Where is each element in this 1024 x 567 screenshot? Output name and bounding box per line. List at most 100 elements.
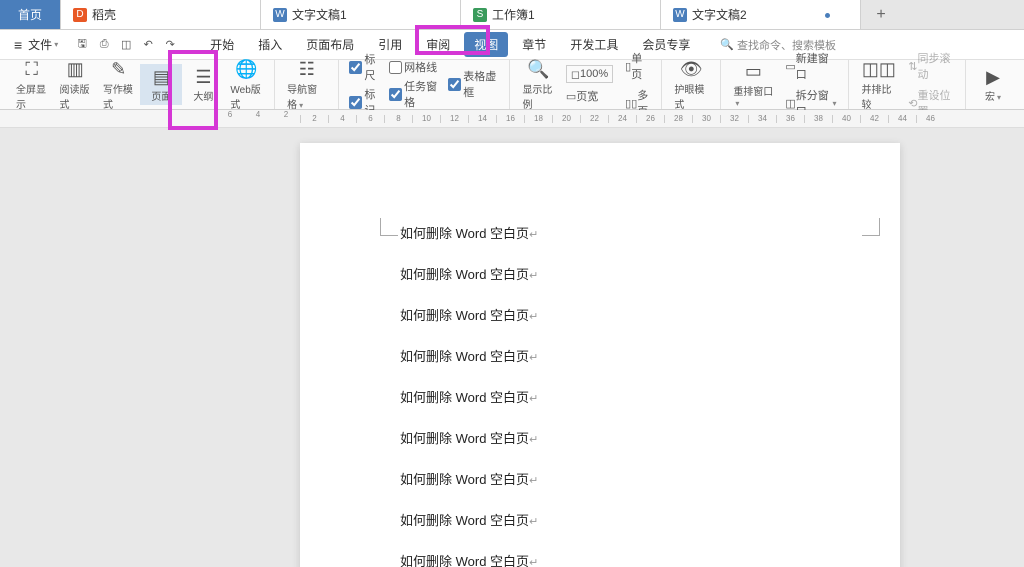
btn-label: 显示比例 xyxy=(522,81,553,111)
nav-pane-button[interactable]: ☷ 导航窗格▾ xyxy=(281,57,332,113)
view-modes-group: ⛶ 全屏显示 ▥ 阅读版式 ✎ 写作模式 ▤ 页面 ☰ 大纲 🌐 Web版式 xyxy=(4,60,275,109)
file-label: 文件 xyxy=(28,36,52,53)
zoom-button[interactable]: 🔍 显示比例 xyxy=(516,57,559,113)
pen-icon: ✎ xyxy=(111,59,126,81)
compare-group: ◫◫ 并排比较 ⇅ 同步滚动 ⟲ 重设位置 xyxy=(849,60,966,109)
outline-button[interactable]: ☰ 大纲 xyxy=(182,64,224,105)
preview-button[interactable]: ◫ xyxy=(116,35,136,55)
paragraph-mark-icon: ↵ xyxy=(529,229,538,241)
btn-label: 导航窗格▾ xyxy=(287,81,326,111)
rearrange-window-button[interactable]: ▭ 重排窗口▾ xyxy=(727,59,779,111)
eye-care-button[interactable]: 👁 护眼模式 xyxy=(668,57,714,113)
tab-label: 文字文稿2 xyxy=(692,6,747,23)
compare-button[interactable]: ◫◫ 并排比较 xyxy=(855,57,902,113)
paragraph-mark-icon: ↵ xyxy=(529,516,538,528)
task-checkbox[interactable]: 任务窗格 xyxy=(385,77,444,111)
btn-label: 阅读版式 xyxy=(59,81,90,111)
zoom-value[interactable]: ◻ 100% xyxy=(560,63,619,85)
ribbon: ⛶ 全屏显示 ▥ 阅读版式 ✎ 写作模式 ▤ 页面 ☰ 大纲 🌐 Web版式 ☷… xyxy=(0,60,1024,110)
fullscreen-button[interactable]: ⛶ 全屏显示 xyxy=(10,57,53,113)
tab-doc2[interactable]: W 文字文稿2 xyxy=(661,0,861,29)
tab-label: 文字文稿1 xyxy=(292,6,347,23)
macro-button[interactable]: ▶ 宏▾ xyxy=(972,64,1014,105)
doc-line[interactable]: 如何删除 Word 空白页↵ xyxy=(400,469,800,488)
margin-corner-tr-icon xyxy=(862,218,880,236)
menu-tab-start[interactable]: 开始 xyxy=(200,32,244,57)
rearrange-icon: ▭ xyxy=(745,61,762,83)
page-width-button[interactable]: ▭ 页宽 xyxy=(560,86,619,106)
btn-label: 大纲 xyxy=(193,88,213,103)
tab-bar: 首页 D 稻壳 W 文字文稿1 S 工作簿1 W 文字文稿2 + xyxy=(0,0,1024,30)
macro-group: ▶ 宏▾ xyxy=(966,60,1020,109)
file-menu[interactable]: ≡ 文件 ▾ xyxy=(6,36,66,53)
doc-line[interactable]: 如何删除 Word 空白页↵ xyxy=(400,551,800,567)
undo-button[interactable]: ↶ xyxy=(138,35,158,55)
fullscreen-icon: ⛶ xyxy=(25,59,38,81)
new-window-button[interactable]: ▭ 新建窗口 xyxy=(779,48,842,84)
search-icon: 🔍 xyxy=(720,38,734,51)
tab-home[interactable]: 首页 xyxy=(0,0,61,29)
redo-button[interactable]: ↷ xyxy=(160,35,180,55)
save-button[interactable]: 🖫 xyxy=(72,35,92,55)
menu-tab-review[interactable]: 审阅 xyxy=(416,32,460,57)
page[interactable]: 如何删除 Word 空白页↵ 如何删除 Word 空白页↵ 如何删除 Word 空白… xyxy=(300,143,900,567)
btn-label: 重排窗口▾ xyxy=(733,83,773,109)
tab-doc1[interactable]: W 文字文稿1 xyxy=(261,0,461,29)
btn-label: 宏▾ xyxy=(985,88,1001,103)
print-button[interactable]: ⎙ xyxy=(94,35,114,55)
menu-tab-insert[interactable]: 插入 xyxy=(248,32,292,57)
show-group: 标尺 标记 网格线 任务窗格 表格虚框 xyxy=(339,60,510,109)
doc-line[interactable]: 如何删除 Word 空白页↵ xyxy=(400,428,800,447)
writing-button[interactable]: ✎ 写作模式 xyxy=(97,57,140,113)
reading-button[interactable]: ▥ 阅读版式 xyxy=(53,57,96,113)
ruler[interactable]: 642 246810121416182022242628303234363840… xyxy=(0,110,1024,128)
magnifier-icon: 🔍 xyxy=(527,59,549,81)
eye-icon: 👁 xyxy=(680,59,703,81)
table-vg-checkbox[interactable]: 表格虚框 xyxy=(444,67,503,101)
tab-sheet1[interactable]: S 工作簿1 xyxy=(461,0,661,29)
book-icon: ▥ xyxy=(67,59,84,81)
tab-label: 工作簿1 xyxy=(492,6,535,23)
tab-label: 稻壳 xyxy=(92,6,116,23)
paragraph-mark-icon: ↵ xyxy=(529,557,538,567)
btn-label: 护眼模式 xyxy=(674,81,708,111)
paragraph-mark-icon: ↵ xyxy=(529,311,538,323)
word-icon: W xyxy=(673,8,687,22)
tab-docer[interactable]: D 稻壳 xyxy=(61,0,261,29)
doc-line[interactable]: 如何删除 Word 空白页↵ xyxy=(400,305,800,324)
doc-line[interactable]: 如何删除 Word 空白页↵ xyxy=(400,223,800,242)
menu-tab-chapter[interactable]: 章节 xyxy=(512,32,556,57)
sync-scroll-button: ⇅ 同步滚动 xyxy=(902,48,959,84)
outline-icon: ☰ xyxy=(195,66,211,88)
macro-icon: ▶ xyxy=(986,66,1000,88)
paragraph-mark-icon: ↵ xyxy=(529,393,538,405)
doc-line[interactable]: 如何删除 Word 空白页↵ xyxy=(400,510,800,529)
margin-corner-tl-icon xyxy=(380,218,398,236)
menu-tab-devtools[interactable]: 开发工具 xyxy=(560,32,628,57)
btn-label: 写作模式 xyxy=(103,81,134,111)
doc-line[interactable]: 如何删除 Word 空白页↵ xyxy=(400,387,800,406)
grid-checkbox[interactable]: 网格线 xyxy=(385,58,444,76)
paragraph-mark-icon: ↵ xyxy=(529,434,538,446)
word-icon: W xyxy=(273,8,287,22)
zoom-group: 🔍 显示比例 ◻ 100% ▭ 页宽 ▯ 单页 ▯▯ 多页 xyxy=(510,60,662,109)
globe-icon: 🌐 xyxy=(235,59,257,81)
page-view-button[interactable]: ▤ 页面 xyxy=(140,64,182,105)
btn-label: 并排比较 xyxy=(861,81,896,111)
eye-group: 👁 护眼模式 xyxy=(662,60,721,109)
doc-line[interactable]: 如何删除 Word 空白页↵ xyxy=(400,264,800,283)
single-page-button[interactable]: ▯ 单页 xyxy=(619,48,655,84)
ruler-checkbox[interactable]: 标尺 xyxy=(345,50,385,84)
paragraph-mark-icon: ↵ xyxy=(529,475,538,487)
doc-line[interactable]: 如何删除 Word 空白页↵ xyxy=(400,346,800,365)
paragraph-mark-icon: ↵ xyxy=(529,270,538,282)
docer-icon: D xyxy=(73,8,87,22)
btn-label: 页面 xyxy=(151,88,171,103)
menu-bar: ≡ 文件 ▾ 🖫 ⎙ ◫ ↶ ↷ 开始 插入 页面布局 引用 审阅 视图 章节 … xyxy=(0,30,1024,60)
quick-access: 🖫 ⎙ ◫ ↶ ↷ xyxy=(72,35,180,55)
sheet-icon: S xyxy=(473,8,487,22)
web-view-button[interactable]: 🌐 Web版式 xyxy=(224,57,268,113)
compare-icon: ◫◫ xyxy=(862,59,896,81)
menu-tab-view[interactable]: 视图 xyxy=(464,32,508,57)
tab-add-button[interactable]: + xyxy=(861,0,901,29)
